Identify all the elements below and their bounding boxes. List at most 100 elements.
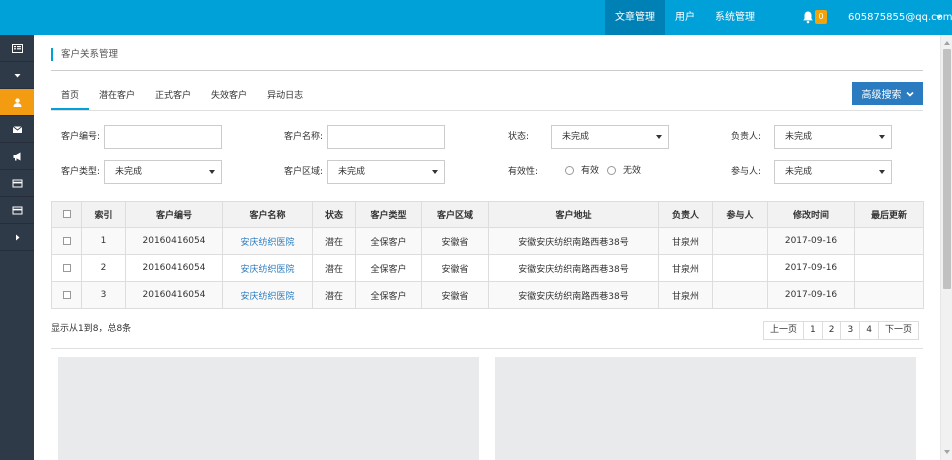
table-cell: 安徽安庆纺织南路西巷38号 — [488, 227, 659, 255]
notification-badge: 0 — [815, 10, 827, 24]
column-header[interactable]: 客户地址 — [488, 201, 659, 228]
nav-item-system-management[interactable]: 系统管理 — [705, 0, 765, 35]
row-checkbox[interactable] — [62, 290, 71, 299]
sidebar-item-collapse[interactable] — [0, 62, 34, 89]
sidebar-item-cards-2[interactable] — [0, 197, 34, 224]
column-header[interactable]: 修改时间 — [767, 201, 855, 228]
customer-region-select[interactable]: 未完成 — [327, 160, 445, 184]
customer-region-label: 客户区域: — [284, 167, 324, 177]
validity-label: 有效性: — [508, 167, 539, 177]
column-header[interactable]: 客户编号 — [125, 201, 223, 228]
tab-potential-customers[interactable]: 潜在客户 — [89, 82, 145, 110]
next-page-button[interactable]: 下一页 — [877, 321, 919, 340]
column-header[interactable]: 索引 — [81, 201, 126, 228]
sidebar-item-list[interactable] — [0, 35, 34, 62]
sidebar-item-cards[interactable] — [0, 170, 34, 197]
table-row[interactable]: 3 20160416054 安庆纺织医院 潜在 全保客户 安徽省 安徽安庆纺织南… — [51, 281, 924, 309]
envelope-icon — [12, 125, 22, 133]
select-all-cell — [51, 201, 82, 228]
caret-down-icon — [209, 170, 215, 174]
page-button-4[interactable]: 4 — [859, 321, 879, 340]
table-cell — [712, 227, 768, 255]
column-header[interactable]: 参与人 — [712, 201, 768, 228]
table-cell: 安庆纺织医院 — [222, 281, 313, 309]
table-row[interactable]: 2 20160416054 安庆纺织医院 潜在 全保客户 安徽省 安徽安庆纺织南… — [51, 254, 924, 282]
owner-value: 未完成 — [785, 132, 813, 142]
prev-page-button[interactable]: 上一页 — [763, 321, 805, 340]
sidebar-item-announcements[interactable] — [0, 143, 34, 170]
row-checkbox[interactable] — [62, 263, 71, 272]
column-header[interactable]: 客户名称 — [222, 201, 313, 228]
table-cell: 全保客户 — [355, 254, 422, 282]
table-cell: 2017-09-16 — [767, 227, 855, 255]
row-checkbox[interactable] — [62, 236, 71, 245]
table-cell: 潜在 — [312, 254, 356, 282]
tab-formal-customers[interactable]: 正式客户 — [145, 82, 201, 110]
page-button-2[interactable]: 2 — [821, 321, 842, 340]
card-icon — [12, 179, 22, 187]
row-select-cell — [51, 227, 82, 255]
customer-name-link[interactable]: 安庆纺织医院 — [240, 292, 294, 302]
table-cell — [712, 281, 768, 309]
sidebar-item-customers[interactable] — [0, 89, 34, 116]
caret-down-icon — [432, 170, 438, 174]
table-cell: 2017-09-16 — [767, 281, 855, 309]
table-cell — [854, 281, 924, 309]
tab-home[interactable]: 首页 — [51, 82, 90, 110]
customer-no-input[interactable] — [104, 125, 222, 149]
advanced-search-button[interactable]: 高级搜索 — [852, 82, 923, 105]
participant-select[interactable]: 未完成 — [774, 160, 892, 184]
table-cell: 2 — [81, 254, 126, 282]
table-cell: 全保客户 — [355, 281, 422, 309]
column-header[interactable]: 客户区域 — [421, 201, 489, 228]
table-cell: 安徽省 — [421, 281, 489, 309]
caret-down-icon — [656, 135, 662, 139]
table-cell: 安徽省 — [421, 254, 489, 282]
nav-item-article-management[interactable]: 文章管理 — [605, 0, 665, 35]
page-button-1[interactable]: 1 — [803, 321, 823, 340]
divider — [51, 70, 923, 71]
nav-item-users[interactable]: 用户 — [665, 0, 705, 35]
card-icon — [12, 206, 22, 214]
column-header[interactable]: 状态 — [312, 201, 356, 228]
scroll-thumb[interactable] — [943, 49, 951, 289]
customer-type-select[interactable]: 未完成 — [104, 160, 222, 184]
table-cell: 20160416054 — [125, 254, 223, 282]
table-cell — [854, 227, 924, 255]
customer-name-link[interactable]: 安庆纺织医院 — [240, 238, 294, 248]
tab-change-log[interactable]: 异动日志 — [257, 82, 313, 110]
scroll-up-arrow-icon[interactable] — [944, 41, 950, 45]
table-row[interactable]: 1 20160416054 安庆纺织医院 潜在 全保客户 安徽省 安徽安庆纺织南… — [51, 227, 924, 255]
valid-radio[interactable] — [565, 166, 574, 175]
column-header[interactable]: 最后更新 — [854, 201, 924, 228]
status-select[interactable]: 未完成 — [551, 125, 669, 149]
invalid-radio[interactable] — [607, 166, 616, 175]
page-button-3[interactable]: 3 — [840, 321, 861, 340]
tab-invalid-customers[interactable]: 失效客户 — [201, 82, 257, 110]
scroll-down-arrow-icon[interactable] — [944, 450, 950, 454]
participant-value: 未完成 — [785, 167, 813, 177]
owner-select[interactable]: 未完成 — [774, 125, 892, 149]
chevron-down-icon[interactable] — [936, 15, 942, 19]
table-cell: 甘泉州 — [658, 281, 713, 309]
sidebar — [0, 35, 34, 460]
vertical-scrollbar[interactable] — [940, 35, 952, 460]
table-cell: 甘泉州 — [658, 254, 713, 282]
column-header[interactable]: 负责人 — [658, 201, 713, 228]
bell-icon[interactable] — [802, 10, 814, 24]
customer-type-value: 未完成 — [115, 167, 143, 177]
sidebar-item-expand[interactable] — [0, 224, 34, 251]
table-cell: 潜在 — [312, 281, 356, 309]
row-select-cell — [51, 281, 82, 309]
table-cell: 安庆纺织医院 — [222, 254, 313, 282]
select-all-checkbox[interactable] — [62, 210, 71, 218]
customer-name-link[interactable]: 安庆纺织医院 — [240, 265, 294, 275]
column-header[interactable]: 客户类型 — [355, 201, 422, 228]
table-cell: 1 — [81, 227, 126, 255]
content-panel-right — [495, 357, 916, 460]
customer-table: 索引 客户编号 客户名称 状态 客户类型 客户区域 客户地址 负责人 参与人 修… — [51, 201, 924, 309]
sidebar-item-messages[interactable] — [0, 116, 34, 143]
customer-name-input[interactable] — [327, 125, 445, 149]
table-cell: 甘泉州 — [658, 227, 713, 255]
chevron-down-icon — [905, 91, 914, 97]
